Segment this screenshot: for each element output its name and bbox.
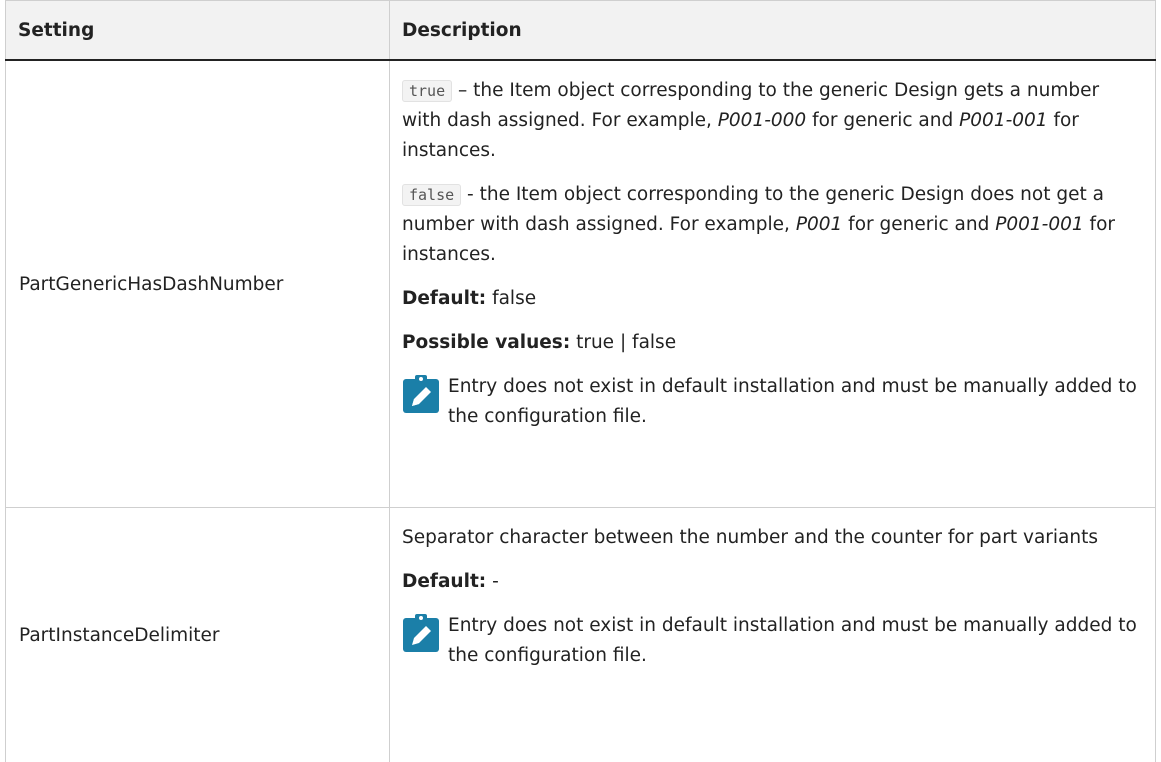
setting-description: Separator character between the number a…	[390, 508, 1156, 762]
example-instance: P001-001	[995, 214, 1083, 235]
true-option-paragraph: true – the Item object corresponding to …	[402, 76, 1141, 166]
note-callout: Entry does not exist in default installa…	[402, 372, 1141, 432]
false-option-paragraph: false - the Item object corresponding to…	[402, 180, 1141, 270]
setting-name: PartGenericHasDashNumber	[6, 60, 390, 508]
possible-values-label: Possible values:	[402, 332, 570, 353]
default-label: Default:	[402, 571, 486, 592]
column-header-description: Description	[390, 1, 1156, 61]
note-text: Entry does not exist in default installa…	[448, 611, 1141, 671]
default-value: Default: -	[402, 567, 1141, 597]
table-header-row: Setting Description	[6, 1, 1156, 61]
default-value: Default: false	[402, 284, 1141, 314]
setting-name: PartInstanceDelimiter	[6, 508, 390, 762]
description-paragraph: Separator character between the number a…	[402, 523, 1141, 553]
code-false: false	[402, 184, 461, 206]
setting-description: true – the Item object corresponding to …	[390, 60, 1156, 508]
default-label: Default:	[402, 288, 486, 309]
note-text: Entry does not exist in default installa…	[448, 372, 1141, 432]
example-generic: P001-000	[718, 110, 806, 131]
table-row: PartInstanceDelimiter Separator characte…	[6, 508, 1156, 762]
column-header-setting: Setting	[6, 1, 390, 61]
settings-table: Setting Description PartGenericHasDashNu…	[5, 0, 1156, 762]
pencil-note-icon	[402, 374, 440, 414]
example-generic: P001	[796, 214, 842, 235]
note-callout: Entry does not exist in default installa…	[402, 611, 1141, 671]
table-row: PartGenericHasDashNumber true – the Item…	[6, 60, 1156, 508]
example-instance: P001-001	[959, 110, 1047, 131]
code-true: true	[402, 80, 452, 102]
possible-values: Possible values: true | false	[402, 328, 1141, 358]
pencil-note-icon	[402, 613, 440, 653]
